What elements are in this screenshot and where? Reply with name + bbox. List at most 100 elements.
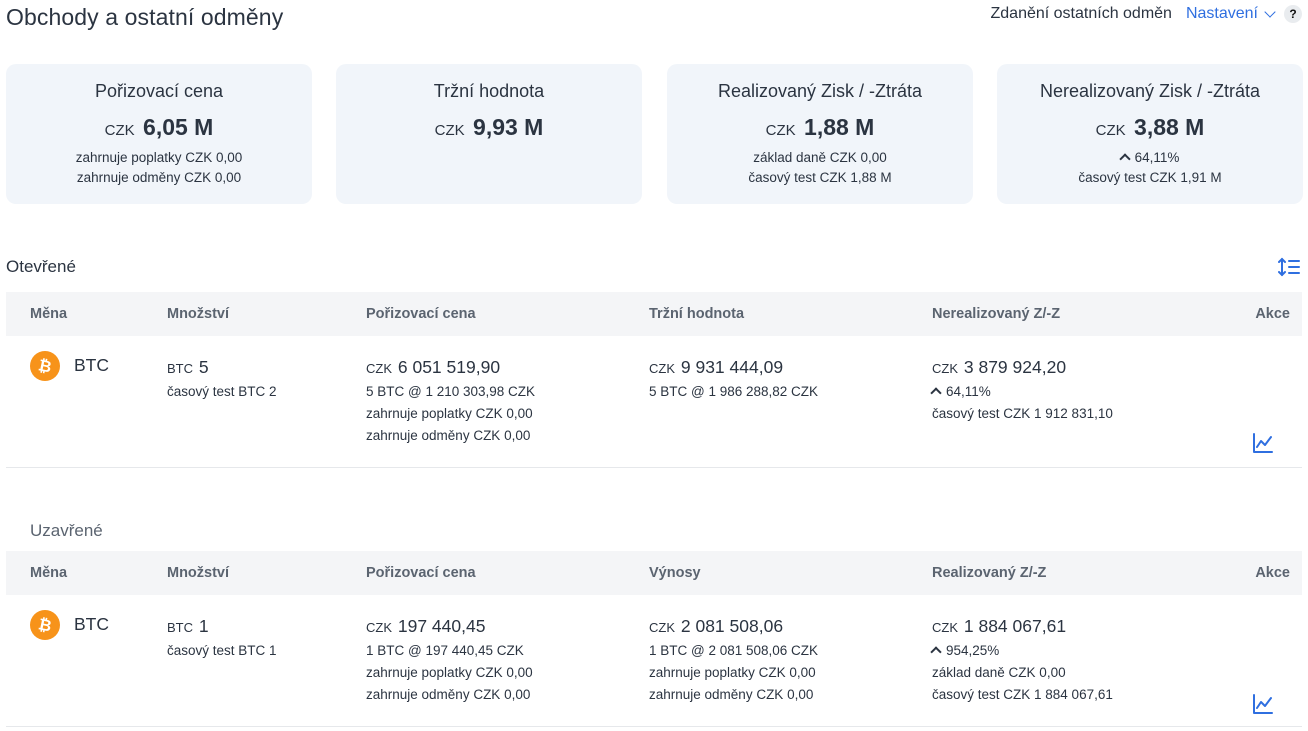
pl-time-test: časový test CZK 1 884 067,61: [932, 687, 1113, 702]
card-rewards-line: zahrnuje odměny CZK 0,00: [76, 170, 242, 185]
header-actions: Zdanění ostatních odměn Nastavení ?: [991, 5, 1302, 23]
card-title: Pořizovací cena: [94, 81, 224, 101]
col-unrealized-pl[interactable]: Nerealizovaný Z/-Z: [932, 306, 1060, 322]
open-table: Měna Množství Pořizovací cena Tržní hodn…: [6, 292, 1302, 468]
quantity-cell: BTC 5 časový test BTC 2: [167, 356, 277, 403]
pl-change: 64,11%: [946, 384, 991, 399]
card-title: Nerealizovaný Zisk / -Ztráta: [1039, 81, 1261, 101]
col-currency[interactable]: Měna: [30, 565, 67, 581]
card-cost-basis: Pořizovací cena CZK 6,05 M zahrnuje popl…: [6, 64, 312, 204]
settings-dropdown[interactable]: Nastavení: [1186, 5, 1276, 23]
card-amount: 9,93 M: [473, 114, 544, 140]
tax-settings-label[interactable]: Zdanění ostatních odměn: [991, 5, 1172, 23]
col-cost-basis[interactable]: Pořizovací cena: [366, 306, 476, 322]
cost-value: 197 440,45: [397, 616, 486, 636]
mv-currency: CZK: [649, 361, 675, 376]
table-row[interactable]: ₿ BTC BTC 1 časový test BTC 1 CZK 197 44…: [6, 595, 1302, 727]
proceeds-rewards: zahrnuje odměny CZK 0,00: [649, 687, 814, 702]
card-market-value: Tržní hodnota CZK 9,93 M: [336, 64, 642, 204]
qty-currency: BTC: [167, 361, 193, 376]
cost-rewards: zahrnuje odměny CZK 0,00: [366, 428, 531, 443]
col-cost-basis[interactable]: Pořizovací cena: [366, 565, 476, 581]
pl-change-line: 954,25%: [930, 640, 1113, 662]
cost-value: 6 051 519,90: [397, 357, 501, 377]
cost-fees: zahrnuje poplatky CZK 0,00: [366, 665, 533, 680]
cost-rewards: zahrnuje odměny CZK 0,00: [366, 687, 531, 702]
card-change-line: 64,11%: [997, 148, 1303, 168]
open-section-title: Otevřené: [6, 257, 76, 276]
card-realized-pl: Realizovaný Zisk / -Ztráta CZK 1,88 M zá…: [667, 64, 973, 204]
card-amount: 6,05 M: [143, 114, 214, 140]
proceeds-fees: zahrnuje poplatky CZK 0,00: [649, 665, 816, 680]
proceeds-cell: CZK 2 081 508,06 1 BTC @ 2 081 508,06 CZ…: [649, 615, 818, 706]
card-unrealized-pl: Nerealizovaný Zisk / -Ztráta CZK 3,88 M …: [997, 64, 1303, 204]
table-row[interactable]: ₿ BTC BTC 5 časový test BTC 2 CZK 6 051 …: [6, 336, 1302, 468]
col-currency[interactable]: Měna: [30, 306, 67, 322]
card-tax-base-line: základ daně CZK 0,00: [753, 150, 887, 165]
arrow-up-icon: [930, 646, 942, 658]
col-realized-pl[interactable]: Realizovaný Z/-Z: [932, 565, 1046, 581]
col-proceeds[interactable]: Výnosy: [649, 565, 701, 581]
cost-fees: zahrnuje poplatky CZK 0,00: [366, 406, 533, 421]
proceeds-currency: CZK: [649, 620, 675, 635]
coin-symbol: BTC: [74, 355, 109, 375]
card-amount: 1,88 M: [804, 114, 875, 140]
cost-currency: CZK: [366, 361, 392, 376]
pl-currency: CZK: [932, 620, 958, 635]
chart-line-icon[interactable]: [1252, 693, 1274, 715]
pl-change-line: 64,11%: [930, 381, 1113, 403]
arrow-up-icon: [930, 387, 942, 399]
chevron-down-icon[interactable]: [1264, 6, 1276, 18]
card-currency: CZK: [765, 122, 796, 139]
pl-time-test: časový test CZK 1 912 831,10: [932, 406, 1113, 421]
card-value: CZK 6,05 M: [6, 114, 312, 141]
sort-icon[interactable]: [1278, 257, 1300, 277]
card-amount: 3,88 M: [1134, 114, 1205, 140]
qty-currency: BTC: [167, 620, 193, 635]
cost-basis-cell: CZK 6 051 519,90 5 BTC @ 1 210 303,98 CZ…: [366, 356, 535, 447]
mv-value: 9 931 444,09: [680, 357, 784, 377]
arrow-up-icon: [1118, 153, 1131, 165]
qty-time-test: časový test BTC 2: [167, 384, 277, 399]
pl-value: 1 884 067,61: [963, 616, 1067, 636]
bitcoin-icon: ₿: [30, 610, 60, 640]
market-value-cell: CZK 9 931 444,09 5 BTC @ 1 986 288,82 CZ…: [649, 356, 818, 403]
qty-value: 5: [198, 357, 209, 377]
col-quantity[interactable]: Množství: [167, 306, 229, 322]
qty-value: 1: [198, 616, 209, 636]
bitcoin-icon: ₿: [30, 351, 60, 381]
pl-change: 954,25%: [946, 643, 1000, 658]
chart-line-icon[interactable]: [1252, 432, 1274, 454]
cost-unit-price: 5 BTC @ 1 210 303,98 CZK: [366, 384, 536, 399]
page-header: Obchody a ostatní odměny Zdanění ostatní…: [6, 4, 1302, 34]
col-actions: Akce: [1255, 565, 1290, 581]
qty-time-test: časový test BTC 1: [167, 643, 277, 658]
closed-section-title: Uzavřené: [30, 521, 103, 540]
col-actions: Akce: [1255, 306, 1290, 322]
page-title: Obchody a ostatní odměny: [6, 4, 284, 30]
unrealized-pl-cell: CZK 3 879 924,20 64,11% časový test CZK …: [930, 356, 1113, 425]
card-value: CZK 9,93 M: [336, 114, 642, 141]
table-header: Měna Množství Pořizovací cena Výnosy Rea…: [6, 551, 1302, 595]
svg-text:₿: ₿: [37, 615, 54, 635]
pl-tax-base: základ daně CZK 0,00: [932, 665, 1066, 680]
card-title: Realizovaný Zisk / -Ztráta: [717, 81, 923, 101]
quantity-cell: BTC 1 časový test BTC 1: [167, 615, 277, 662]
pl-value: 3 879 924,20: [963, 357, 1067, 377]
card-time-test-line: časový test CZK 1,91 M: [1078, 170, 1222, 185]
summary-cards: Pořizovací cena CZK 6,05 M zahrnuje popl…: [6, 64, 1303, 204]
cost-basis-cell: CZK 197 440,45 1 BTC @ 197 440,45 CZK za…: [366, 615, 533, 706]
help-icon[interactable]: ?: [1284, 5, 1302, 23]
col-market-value[interactable]: Tržní hodnota: [649, 306, 744, 322]
mv-unit-price: 5 BTC @ 1 986 288,82 CZK: [649, 384, 819, 399]
svg-text:₿: ₿: [37, 356, 54, 376]
coin-symbol: BTC: [74, 614, 109, 634]
col-quantity[interactable]: Množství: [167, 565, 229, 581]
card-currency: CZK: [1095, 122, 1126, 139]
proceeds-value: 2 081 508,06: [680, 616, 784, 636]
card-change: 64,11%: [1134, 150, 1180, 165]
settings-label[interactable]: Nastavení: [1186, 5, 1258, 23]
card-title: Tržní hodnota: [433, 81, 545, 101]
card-currency: CZK: [104, 122, 135, 139]
pl-currency: CZK: [932, 361, 958, 376]
